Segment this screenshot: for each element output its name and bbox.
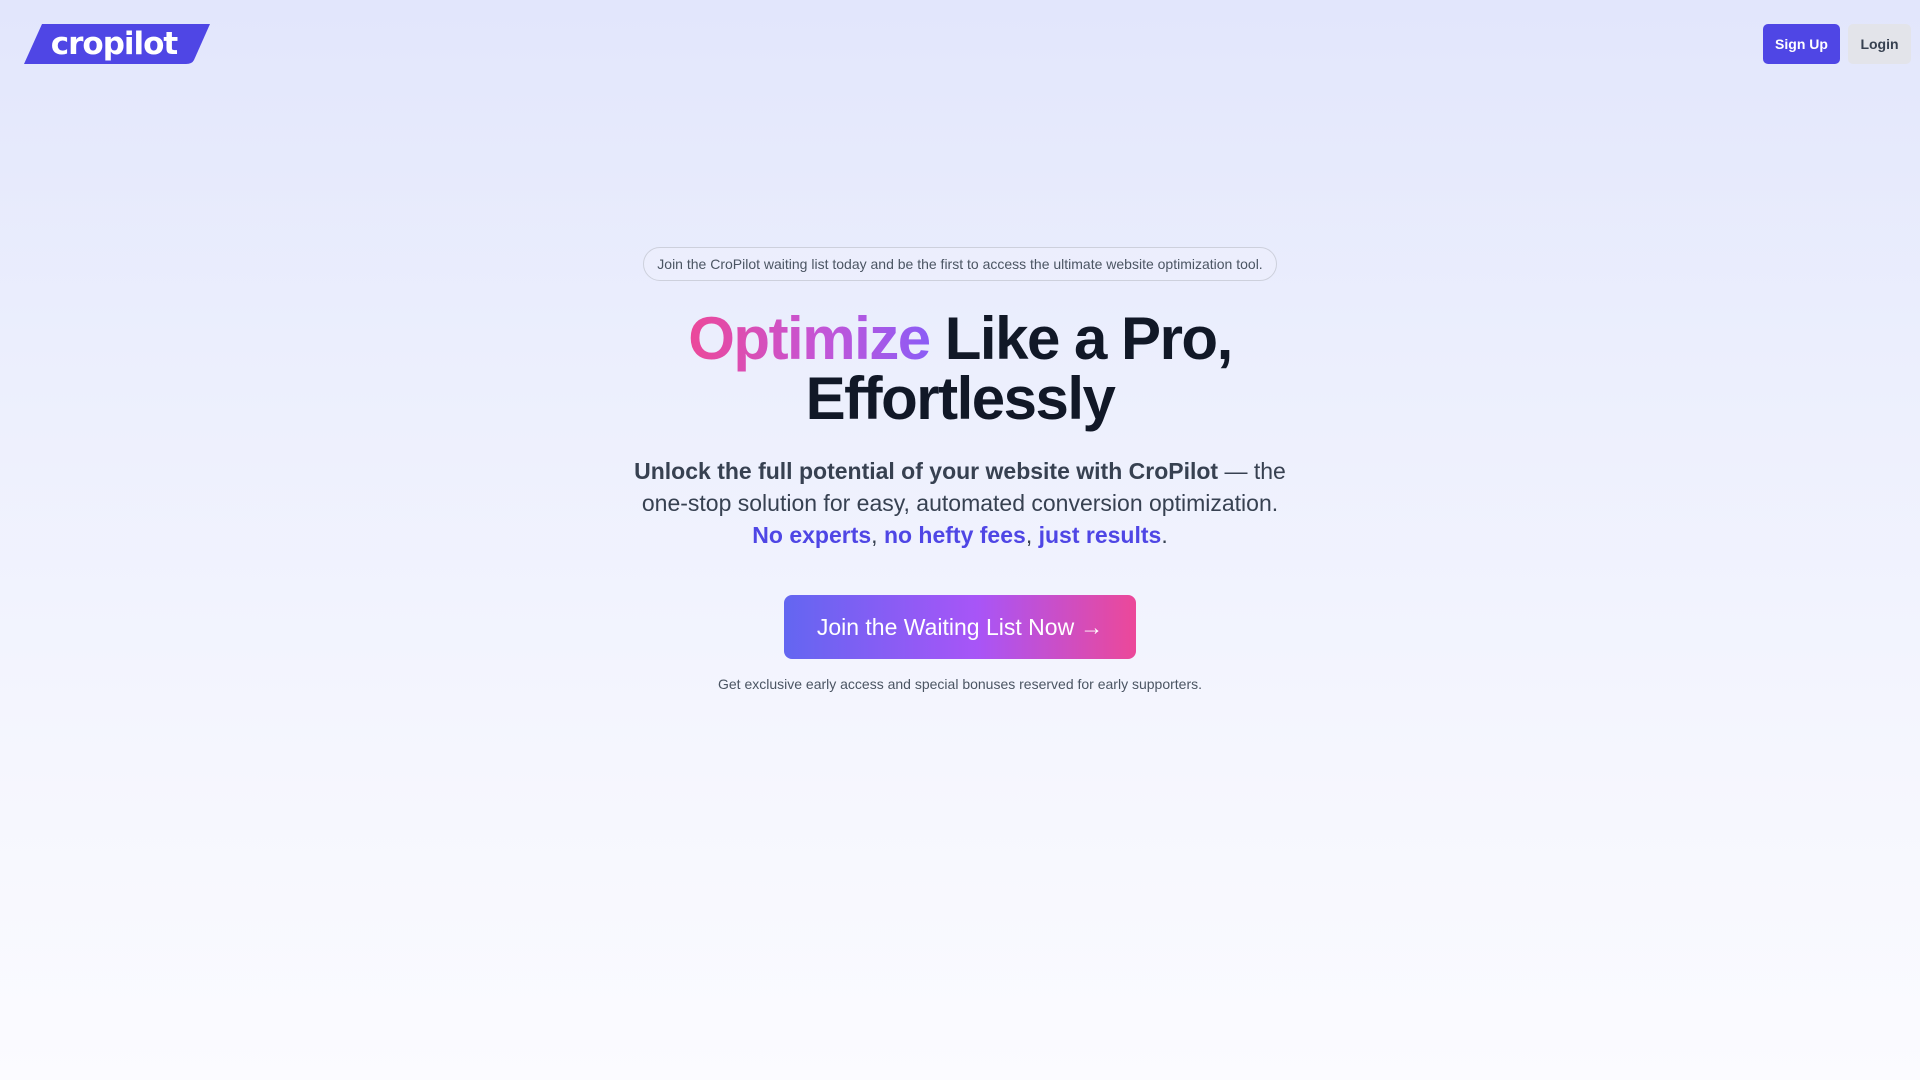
subhead-strong: Unlock the full potential of your websit…	[634, 458, 1219, 484]
headline-line2: Effortlessly	[805, 365, 1116, 432]
benefit-separator: ,	[1025, 522, 1039, 548]
hero-headline: Optimize Like a Pro, Effortlessly	[688, 309, 1233, 432]
headline-highlight: Optimize	[688, 305, 931, 372]
sign-up-button[interactable]: Sign Up	[1763, 24, 1840, 64]
announcement-pill: Join the CroPilot waiting list today and…	[643, 247, 1277, 281]
hero-subheading: Unlock the full potential of your websit…	[610, 455, 1310, 551]
cta-note: Get exclusive early access and special b…	[717, 676, 1202, 692]
logo-wordmark: cropilot	[50, 26, 179, 62]
join-waiting-list-button[interactable]: Join the Waiting List Now →	[784, 595, 1136, 659]
cta-label: Join the Waiting List Now	[816, 613, 1075, 640]
benefit-no-fees: no hefty fees	[883, 522, 1026, 548]
cropilot-logo[interactable]: cropilot	[24, 24, 210, 64]
hero-section: Join the CroPilot waiting list today and…	[0, 247, 1920, 692]
benefit-separator: ,	[871, 522, 884, 548]
top-nav: cropilot Sign Up Login	[0, 0, 1920, 90]
login-button[interactable]: Login	[1848, 24, 1911, 64]
arrow-right-icon: →	[1080, 613, 1104, 640]
auth-buttons: Sign Up Login	[1763, 24, 1911, 64]
benefit-just-results: just results	[1038, 522, 1162, 548]
benefit-no-experts: No experts	[752, 522, 872, 548]
headline-line1-rest: Like a Pro,	[929, 305, 1233, 372]
benefit-period: .	[1161, 522, 1168, 548]
